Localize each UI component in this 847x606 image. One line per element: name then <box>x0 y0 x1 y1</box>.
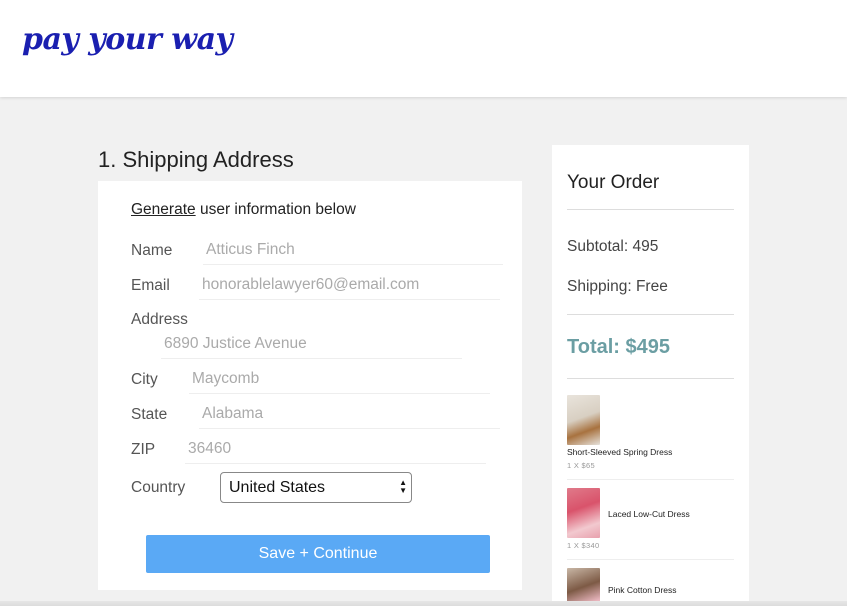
page-bottom-edge <box>0 601 847 606</box>
state-input[interactable] <box>199 403 500 429</box>
subtotal: Subtotal: 495 <box>567 238 659 255</box>
item-divider <box>567 479 734 480</box>
generate-text: user information below <box>195 201 356 218</box>
divider <box>567 209 734 210</box>
email-input[interactable] <box>199 274 500 300</box>
email-label: Email <box>131 277 170 294</box>
country-select[interactable]: United States ▲ ▼ <box>220 472 412 503</box>
zip-label: ZIP <box>131 441 156 458</box>
country-selected-value: United States <box>229 479 326 496</box>
item-qty: 1 X $340 <box>567 541 600 550</box>
item-image[interactable] <box>567 488 600 538</box>
order-summary: Your Order Subtotal: 495 Shipping: Free … <box>552 145 749 606</box>
state-label: State <box>131 406 168 423</box>
item-name[interactable]: Short-Sleeved Spring Dress <box>567 447 672 457</box>
name-input[interactable] <box>203 239 503 265</box>
item-divider <box>567 559 734 560</box>
select-arrows-icon: ▲ ▼ <box>399 478 407 495</box>
country-label: Country <box>131 479 186 496</box>
address-label: Address <box>131 311 188 328</box>
shipping-cost: Shipping: Free <box>567 278 668 295</box>
order-title: Your Order <box>567 172 660 193</box>
item-name[interactable]: Pink Cotton Dress <box>608 585 677 595</box>
section-title: 1. Shipping Address <box>98 147 294 172</box>
logo[interactable]: pay your way <box>22 22 233 57</box>
zip-input[interactable] <box>185 438 486 464</box>
save-continue-button[interactable]: Save + Continue <box>146 535 490 573</box>
item-qty: 1 X $65 <box>567 461 595 470</box>
name-label: Name <box>131 242 173 259</box>
item-image[interactable] <box>567 395 600 445</box>
divider <box>567 378 734 379</box>
item-name[interactable]: Laced Low-Cut Dress <box>608 509 690 519</box>
address-input[interactable] <box>161 333 462 359</box>
generate-link[interactable]: Generate <box>131 201 196 218</box>
generate-line: Generate user information below <box>131 201 356 219</box>
site-header: pay your way <box>0 0 847 97</box>
order-total: Total: $495 <box>567 336 670 358</box>
divider <box>567 314 734 315</box>
city-label: City <box>131 371 158 388</box>
city-input[interactable] <box>189 368 490 394</box>
shipping-form: Generate user information below Name Ema… <box>98 181 522 590</box>
